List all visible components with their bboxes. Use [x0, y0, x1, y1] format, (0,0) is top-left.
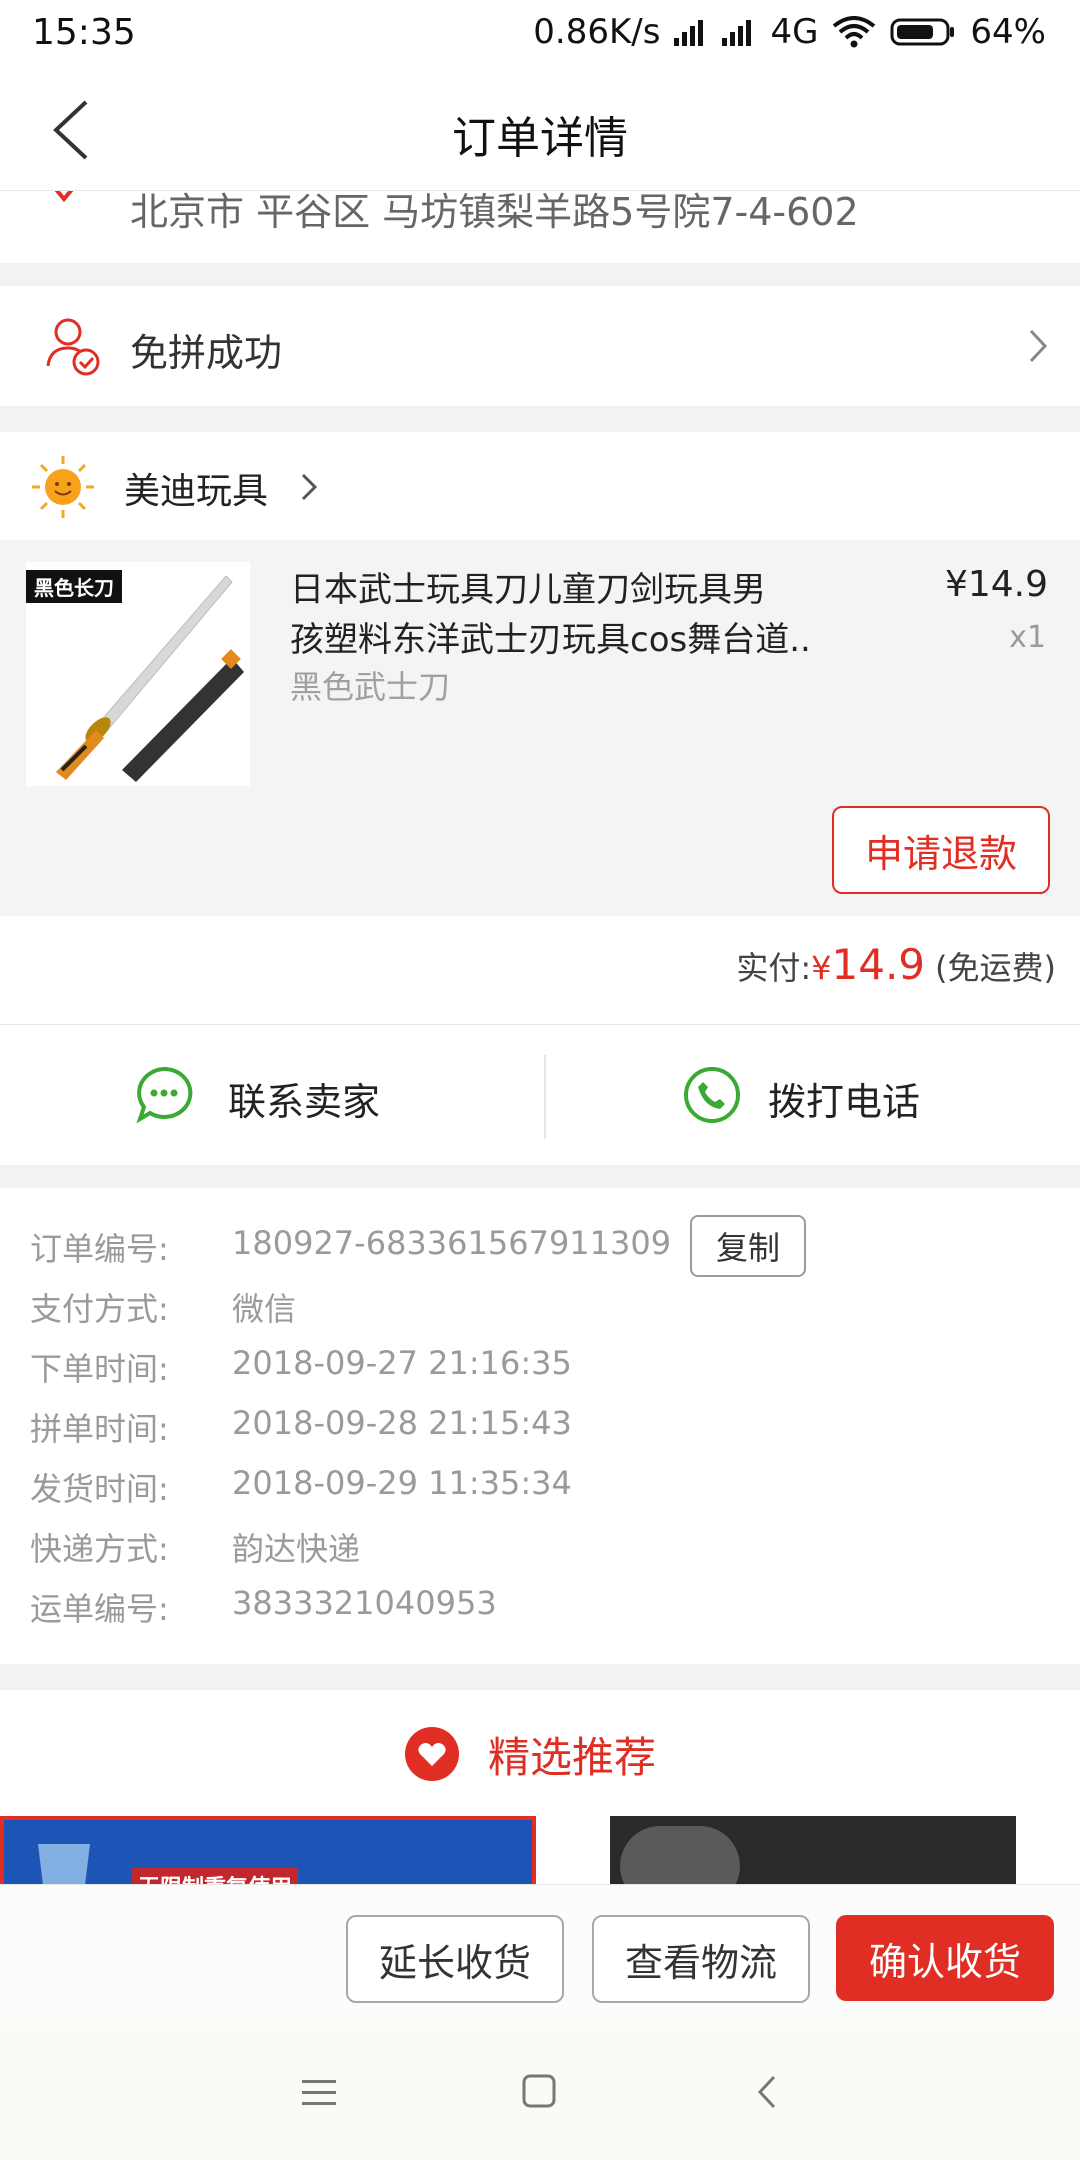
shop-header[interactable]: 美迪玩具 — [0, 432, 1080, 540]
user-check-icon — [46, 318, 100, 376]
payment-summary: 实付: ¥ 14.9 (免运费) — [0, 916, 1080, 1025]
order-info-value: 2018-09-27 21:16:35 — [232, 1344, 572, 1382]
payment-note: (免运费) — [935, 949, 1056, 987]
sun-logo-icon — [32, 456, 94, 518]
status-right: 0.86K/s 4G 64% — [533, 12, 1046, 52]
phone-icon — [684, 1067, 740, 1123]
signal-icon — [674, 20, 704, 46]
nav-bar: 订单详情 — [0, 70, 1080, 191]
recommend-card-1[interactable]: 无限制重复使用 — [0, 1816, 536, 1890]
order-info-value: 韵达快递 — [232, 1530, 361, 1568]
address-card: 北京市 平谷区 马坊镇梨羊路5号院7-4-602 — [0, 191, 1080, 263]
product-spec: 黑色武士刀 — [290, 668, 451, 706]
payment-label: 实付: — [736, 949, 812, 987]
shop-name: 美迪玩具 — [124, 471, 269, 512]
back-nav-icon[interactable] — [756, 2074, 778, 2110]
product-item[interactable]: 黑色长刀 日本武士玩具刀儿童刀剑玩具男 孩塑料东洋武士刃玩具cos舞台道.. 黑… — [0, 540, 1080, 916]
product-price: ¥14.9 — [944, 564, 1048, 605]
refund-button[interactable]: 申请退款 — [832, 806, 1050, 894]
order-info-label: 下单时间: — [30, 1350, 169, 1388]
product-title-line2: 孩塑料东洋武士刃玩具cos舞台道.. — [290, 620, 811, 660]
payment-amount: 14.9 — [831, 940, 926, 989]
menu-icon[interactable] — [302, 2078, 336, 2108]
status-bar: 15:35 0.86K/s 4G 64% — [0, 0, 1080, 70]
order-info-value: 2018-09-28 21:15:43 — [232, 1404, 572, 1442]
contact-seller-button[interactable]: 联系卖家 — [0, 1025, 540, 1165]
net-speed: 0.86K/s — [533, 12, 661, 52]
extend-receipt-button[interactable]: 延长收货 — [346, 1915, 564, 2003]
order-info-label: 运单编号: — [30, 1590, 169, 1628]
contact-seller-label: 联系卖家 — [228, 1080, 381, 1124]
signal-icon-2 — [722, 20, 752, 46]
order-info: 订单编号: 180927-683361567911309 复制 支付方式: 微信… — [0, 1188, 1080, 1664]
page-title: 订单详情 — [452, 113, 628, 164]
sword-image — [56, 575, 244, 782]
recommend-section: 精选推荐 无限制重复使用 — [0, 1690, 1080, 1890]
confirm-receipt-button[interactable]: 确认收货 — [836, 1915, 1054, 2001]
wifi-icon — [833, 16, 876, 48]
call-phone-label: 拨打电话 — [768, 1080, 921, 1124]
status-time: 15:35 — [32, 12, 136, 53]
order-info-label: 快递方式: — [30, 1530, 169, 1568]
recommend-title: 精选推荐 — [488, 1733, 657, 1782]
product-title-line1: 日本武士玩具刀儿童刀剑玩具男 — [290, 570, 766, 610]
view-logistics-button[interactable]: 查看物流 — [592, 1915, 810, 2003]
order-info-value: 2018-09-29 11:35:34 — [232, 1464, 572, 1502]
order-info-label: 发货时间: — [30, 1470, 169, 1508]
order-info-value: 3833321040953 — [232, 1584, 497, 1622]
payment-currency: ¥ — [811, 949, 832, 987]
chat-bubble-icon — [136, 1066, 193, 1124]
order-info-label: 订单编号: — [30, 1230, 169, 1268]
battery-level: 64% — [970, 12, 1046, 52]
order-info-label: 拼单时间: — [30, 1410, 169, 1448]
address-text: 北京市 平谷区 马坊镇梨羊路5号院7-4-602 — [130, 191, 859, 234]
copy-button[interactable]: 复制 — [690, 1215, 806, 1277]
order-info-value: 微信 — [232, 1290, 297, 1328]
system-nav-bar — [0, 2030, 1080, 2160]
recommend-card-2[interactable] — [610, 1816, 1016, 1890]
order-info-label: 支付方式: — [30, 1290, 169, 1328]
product-quantity: x1 — [1009, 620, 1046, 655]
recommend-card-2-image — [620, 1826, 740, 1890]
bottom-action-bar: 延长收货 查看物流 确认收货 — [0, 1884, 1080, 2031]
heart-badge-icon — [405, 1727, 459, 1781]
product-image: 黑色长刀 — [26, 562, 250, 786]
contact-row: 联系卖家 拨打电话 — [0, 1025, 1080, 1165]
group-status-text: 免拼成功 — [130, 331, 283, 375]
chevron-right-icon — [1029, 329, 1048, 363]
order-info-value: 180927-683361567911309 — [232, 1224, 672, 1262]
screen: 15:35 0.86K/s 4G 64% 订单详情 北京市 平谷区 马坊镇梨羊路… — [0, 0, 1080, 2160]
call-phone-button[interactable]: 拨打电话 — [546, 1025, 1080, 1165]
group-status-row[interactable]: 免拼成功 — [0, 286, 1080, 406]
location-icon — [54, 191, 74, 203]
chevron-right-icon — [301, 473, 318, 501]
home-icon[interactable] — [522, 2074, 556, 2108]
payment-row: 实付: ¥ 14.9 (免运费) — [736, 940, 1056, 989]
battery-icon — [890, 18, 955, 46]
network-type: 4G — [770, 12, 819, 52]
cup-image — [38, 1844, 90, 1890]
